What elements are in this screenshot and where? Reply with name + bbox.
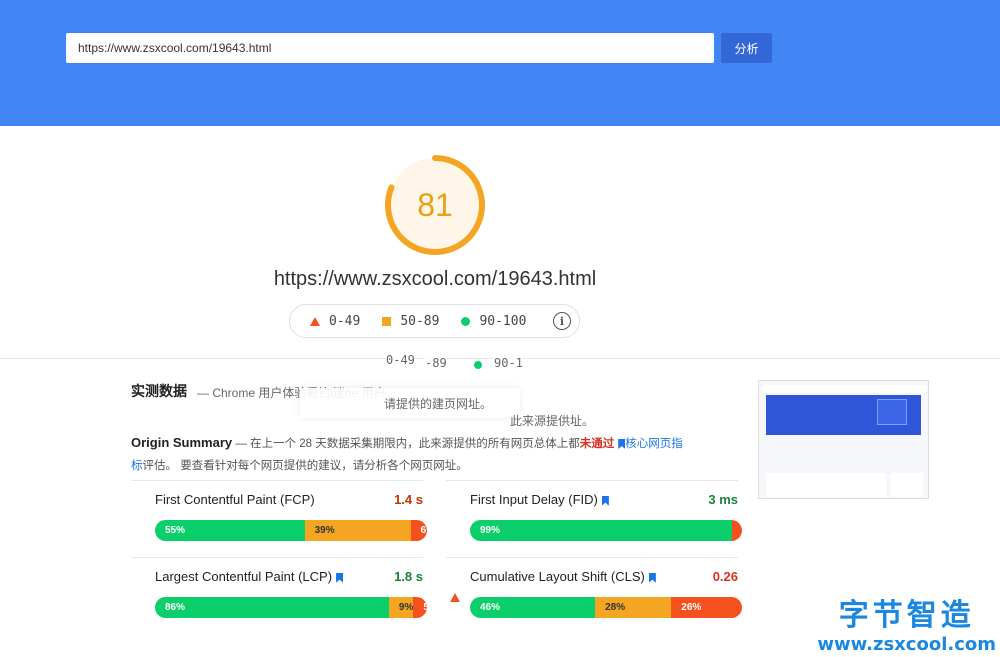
ghost-text: -89: [425, 356, 447, 370]
metric-name: Cumulative Layout Shift (CLS): [470, 569, 656, 584]
score-value: 81: [417, 186, 453, 223]
metric-status: [135, 499, 144, 517]
thumb-hero-graphic: [877, 399, 907, 425]
segment-good: 46%: [470, 597, 596, 618]
metric-value: 1.4 s: [394, 492, 423, 507]
legend-poor-label: 0-49: [329, 313, 361, 329]
watermark: 字节智造 www.zsxcool.com: [817, 590, 996, 655]
segment-good: 99%: [470, 520, 732, 541]
segment-good: 86%: [155, 597, 389, 618]
distribution-bar: 86%9%5%: [155, 597, 427, 618]
metric-value: 3 ms: [708, 492, 738, 507]
circle-icon: [461, 316, 471, 326]
triangle-icon: [450, 576, 460, 602]
metric-divider: [446, 480, 738, 481]
origin-summary: Origin Summary — 在上一个 28 天数据采集期限内，此来源提供的…: [131, 432, 691, 477]
segment-average: 39%: [304, 520, 411, 541]
url-input[interactable]: [66, 33, 714, 63]
ghost-text: 0-49: [386, 353, 415, 367]
legend-good-label: 90-100: [479, 313, 527, 329]
bookmark-icon: [336, 572, 344, 583]
segment-average: 9%: [388, 597, 414, 618]
metric-name: Largest Contentful Paint (LCP): [155, 569, 344, 584]
metric-name: First Input Delay (FID): [470, 492, 609, 507]
legend-average-label: 50-89: [400, 313, 440, 329]
metric-divider: [131, 557, 423, 558]
metric-value: 1.8 s: [394, 569, 423, 584]
distribution-bar: 55%39%6%: [155, 520, 427, 541]
origin-summary-title: Origin Summary: [131, 435, 233, 450]
segment-poor: 26%: [671, 597, 742, 618]
square-icon: [382, 316, 392, 326]
metric-name: First Contentful Paint (FCP): [155, 492, 315, 507]
metric-divider: [131, 480, 423, 481]
watermark-cn: 字节智造: [838, 599, 975, 632]
field-data-title: 实测数据: [131, 383, 187, 399]
distribution-bar: 46% 28% 26%: [470, 597, 742, 618]
origin-fail-label: 未通过: [579, 438, 615, 450]
ghost-text: 90-1: [494, 356, 523, 370]
legend-poor: 0-49: [310, 314, 360, 329]
bookmark-icon: [601, 495, 609, 506]
header-bar: [0, 0, 1000, 126]
distribution-bar: 99%1%: [470, 520, 742, 541]
metric-1: First Input Delay (FID) 3 ms 99%1%: [446, 480, 742, 554]
bookmark-icon: [648, 572, 656, 583]
triangle-icon: [310, 316, 320, 326]
thumb-sidebar: [891, 473, 923, 497]
legend-average: 50-89: [382, 314, 439, 329]
legend-good: 90-100: [461, 314, 526, 329]
watermark-en: www.zsxcool.com: [817, 634, 996, 655]
metric-status: [450, 576, 469, 602]
metric-status: [450, 499, 459, 517]
tooltip-text: 请提供的建页网址。: [384, 395, 493, 412]
segment-good: 55%: [155, 520, 305, 541]
segment-poor: 5%: [413, 597, 427, 618]
metric-0: First Contentful Paint (FCP) 1.4 s 55% 39% 6…: [131, 480, 427, 554]
thumb-navbar: [763, 385, 926, 393]
metric-status: [135, 576, 144, 594]
segment-average: 28%: [595, 597, 672, 618]
score-legend: 0-49 50-89 90-100: [289, 304, 580, 338]
info-icon[interactable]: i: [553, 312, 571, 330]
segment-poor: 6%: [410, 520, 427, 541]
analyze-button[interactable]: 分析: [721, 33, 772, 63]
ghost-dot: [474, 361, 482, 369]
metric-2: Largest Contentful Paint (LCP) 1.8 s 86% 9%…: [131, 557, 427, 631]
bookmark-icon: [618, 438, 626, 449]
metric-value: 0.26: [712, 569, 738, 584]
metric-divider: [446, 557, 738, 558]
metric-3: Cumulative Layout Shift (CLS) 0.26 46% 28% 2…: [446, 557, 742, 631]
thumb-content: [766, 473, 886, 497]
segment-poor: 1%: [732, 520, 742, 541]
page-url: https://www.zsxcool.com/19643.html: [273, 268, 597, 290]
origin-desc-part2: 评估。 要查看针对每个网页提供的建议，请分析各个网页网址。: [142, 460, 468, 472]
tooltip-text: 此来源提供址。: [510, 412, 595, 429]
origin-desc-part1: — 在上一个 28 天数据采集期限内，此来源提供的所有网页总体上都: [235, 438, 580, 450]
page-screenshot-thumbnail: [758, 380, 929, 499]
